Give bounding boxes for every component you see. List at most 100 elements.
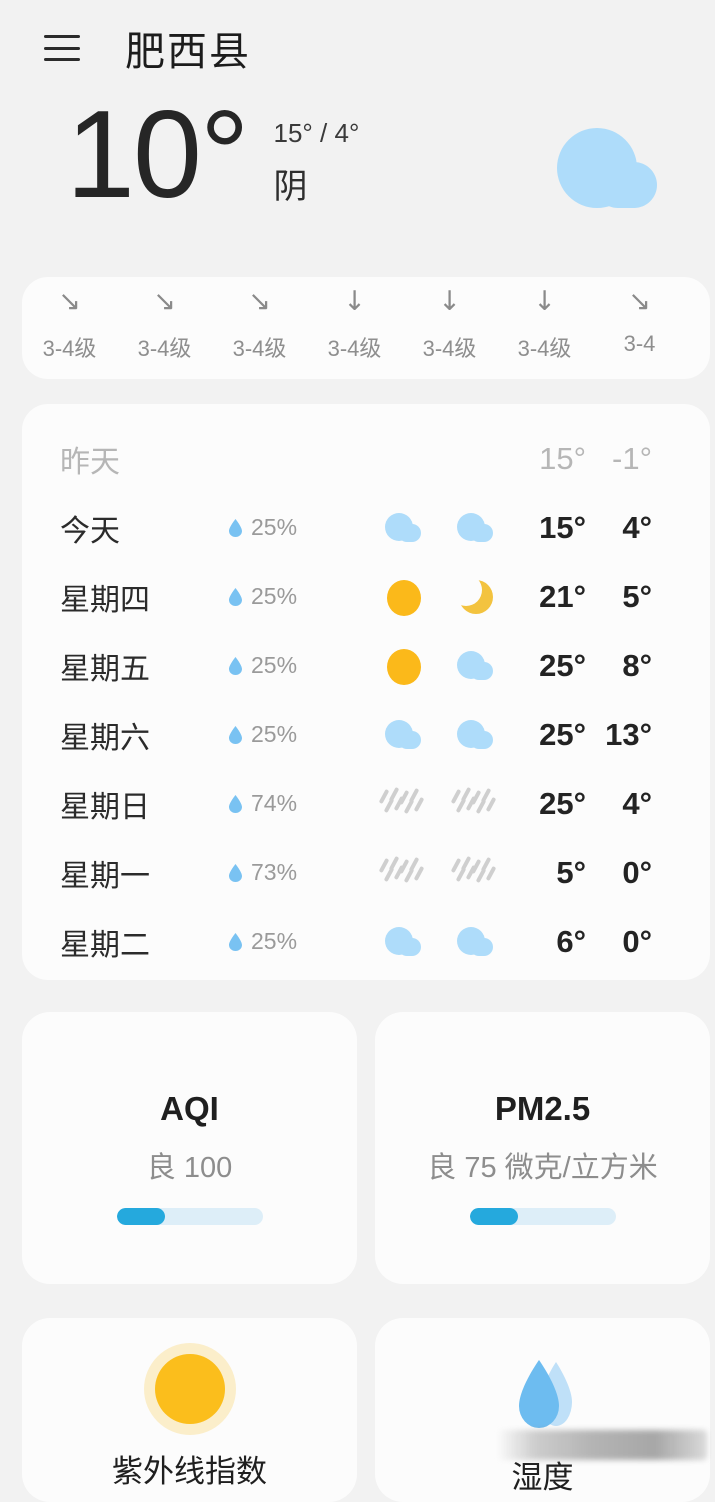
forecast-row[interactable]: 星期六 25% 25° 13° bbox=[60, 700, 676, 769]
forecast-row[interactable]: 星期四 25% 21° 5° bbox=[60, 562, 676, 631]
app-header: 肥西县 bbox=[0, 0, 715, 96]
night-weather-icon bbox=[440, 573, 512, 614]
cloud-icon bbox=[380, 511, 428, 545]
hourly-wind-strip[interactable]: ↘ 3-4级 ↘ 3-4级 ↘ 3-4级 ↓ 3-4级 ↓ 3-4级 ↓ 3-4级 ↘ 3-4 bbox=[22, 277, 710, 379]
rain-icon bbox=[450, 786, 500, 821]
wind-direction-arrow-icon: ↓ bbox=[533, 286, 556, 317]
forecast-high-temp: 15° bbox=[539, 509, 586, 545]
forecast-high-temp: 25° bbox=[539, 647, 586, 683]
wind-direction-arrow-icon: ↓ bbox=[438, 286, 461, 317]
wind-cell: ↘ 3-4级 bbox=[117, 283, 212, 379]
night-weather-icon bbox=[440, 511, 512, 545]
forecast-row[interactable]: 星期五 25% 25° 8° bbox=[60, 631, 676, 700]
cloudy-icon bbox=[539, 122, 679, 212]
forecast-row[interactable]: 昨天 15° -1° bbox=[60, 424, 676, 493]
uv-index-label: 紫外线指数 bbox=[112, 1454, 267, 1489]
forecast-row[interactable]: 星期日 74% 25° 4° bbox=[60, 769, 676, 838]
wind-direction-arrow-icon: ↓ bbox=[343, 286, 366, 317]
precipitation-probability: 25% bbox=[228, 583, 368, 610]
forecast-high-temp: 15° bbox=[539, 440, 586, 476]
current-temperature: 10° bbox=[66, 86, 250, 224]
forecast-high-temp: 6° bbox=[556, 923, 586, 959]
precipitation-value: 73% bbox=[251, 859, 298, 885]
forecast-day-label: 星期五 bbox=[60, 652, 150, 686]
forecast-high-temp: 25° bbox=[539, 785, 586, 821]
precipitation-value: 25% bbox=[251, 652, 298, 678]
uv-index-card[interactable]: 紫外线指数 很强 bbox=[22, 1318, 357, 1502]
night-weather-icon bbox=[440, 649, 512, 683]
precipitation-value: 74% bbox=[251, 790, 298, 816]
forecast-row[interactable]: 今天 25% 15° 4° bbox=[60, 493, 676, 562]
water-drop-icon bbox=[229, 933, 242, 951]
wind-direction-arrow-icon: ↘ bbox=[153, 286, 176, 317]
forecast-day-label: 昨天 bbox=[60, 445, 120, 479]
water-drop-icon bbox=[512, 1354, 574, 1430]
precipitation-probability: 73% bbox=[228, 859, 368, 886]
precipitation-probability: 25% bbox=[228, 928, 368, 955]
wind-level-label: 3-4级 bbox=[327, 336, 382, 361]
rain-icon bbox=[378, 786, 428, 821]
forecast-low-temp: 0° bbox=[622, 923, 652, 959]
sun-icon bbox=[380, 579, 428, 616]
weather-app-screen: 肥西县 10° 15° / 4° 阴 ↘ 3-4级 ↘ 3-4级 ↘ 3-4级 ↓ 3-4级 ↓… bbox=[0, 0, 715, 1502]
precipitation-value: 25% bbox=[251, 721, 298, 747]
precipitation-probability: 25% bbox=[228, 721, 368, 748]
rain-icon bbox=[450, 855, 500, 890]
hamburger-menu-icon[interactable] bbox=[44, 35, 80, 61]
forecast-high-temp: 25° bbox=[539, 716, 586, 752]
current-conditions: 10° 15° / 4° 阴 bbox=[0, 86, 715, 276]
forecast-row[interactable]: 星期二 25% 6° 0° bbox=[60, 907, 676, 976]
index-cards: 紫外线指数 很强 湿度 62% bbox=[22, 1318, 710, 1502]
precipitation-value: 25% bbox=[251, 583, 298, 609]
wind-level-label: 3-4级 bbox=[517, 336, 572, 361]
wind-cell: ↘ 3-4级 bbox=[22, 283, 117, 379]
aqi-card[interactable]: AQI 良 100 bbox=[22, 1012, 357, 1284]
forecast-row[interactable]: 星期一 73% 5° 0° bbox=[60, 838, 676, 907]
blurred-watermark bbox=[497, 1430, 707, 1460]
daily-forecast-card: 昨天 15° -1° 今天 25% 15° 4° 星期四 25% 21° 5° 星期五 25% 25° 8°… bbox=[22, 404, 710, 980]
forecast-low-temp: 0° bbox=[622, 854, 652, 890]
forecast-day-label: 星期二 bbox=[60, 928, 150, 962]
night-weather-icon bbox=[440, 925, 512, 959]
humidity-card[interactable]: 湿度 62% bbox=[375, 1318, 710, 1502]
precipitation-probability: 74% bbox=[228, 790, 368, 817]
forecast-low-temp: 13° bbox=[605, 716, 652, 752]
day-weather-icon bbox=[368, 511, 440, 545]
water-drop-icon bbox=[229, 588, 242, 606]
night-weather-icon bbox=[440, 855, 512, 890]
sun-icon bbox=[380, 648, 428, 685]
forecast-high-temp: 21° bbox=[539, 578, 586, 614]
precipitation-probability: 25% bbox=[228, 514, 368, 541]
forecast-low-temp: 5° bbox=[622, 578, 652, 614]
cloud-icon bbox=[452, 649, 500, 683]
wind-level-label: 3-4级 bbox=[232, 336, 287, 361]
water-drop-icon bbox=[229, 519, 242, 537]
forecast-low-temp: 4° bbox=[622, 785, 652, 821]
wind-direction-arrow-icon: ↘ bbox=[58, 286, 81, 317]
wind-cell: ↓ 3-4级 bbox=[497, 283, 592, 379]
wind-level-label: 3-4级 bbox=[137, 336, 192, 361]
city-title: 肥西县 bbox=[125, 30, 251, 74]
wind-direction-arrow-icon: ↘ bbox=[628, 286, 651, 317]
aqi-title: AQI bbox=[160, 1090, 219, 1127]
wind-level-label: 3-4级 bbox=[42, 336, 97, 361]
wind-cell: ↘ 3-4级 bbox=[212, 283, 307, 379]
wind-direction-arrow-icon: ↘ bbox=[248, 286, 271, 317]
water-drop-icon bbox=[229, 795, 242, 813]
forecast-day-label: 星期四 bbox=[60, 583, 150, 617]
day-weather-icon bbox=[368, 855, 440, 890]
day-weather-icon bbox=[368, 718, 440, 752]
day-weather-icon bbox=[368, 579, 440, 616]
current-high-low: 15° / 4° bbox=[273, 118, 360, 148]
aqi-progress-bar bbox=[116, 1208, 263, 1225]
pm25-card[interactable]: PM2.5 良 75 微克/立方米 bbox=[375, 1012, 710, 1284]
forecast-low-temp: -1° bbox=[612, 440, 652, 476]
forecast-day-label: 星期一 bbox=[60, 859, 150, 893]
sun-icon bbox=[154, 1354, 225, 1424]
night-weather-icon bbox=[440, 718, 512, 752]
day-weather-icon bbox=[368, 786, 440, 821]
rain-icon bbox=[378, 855, 428, 890]
wind-cell: ↓ 3-4级 bbox=[307, 283, 402, 379]
day-weather-icon bbox=[368, 925, 440, 959]
water-drop-icon bbox=[229, 864, 242, 882]
